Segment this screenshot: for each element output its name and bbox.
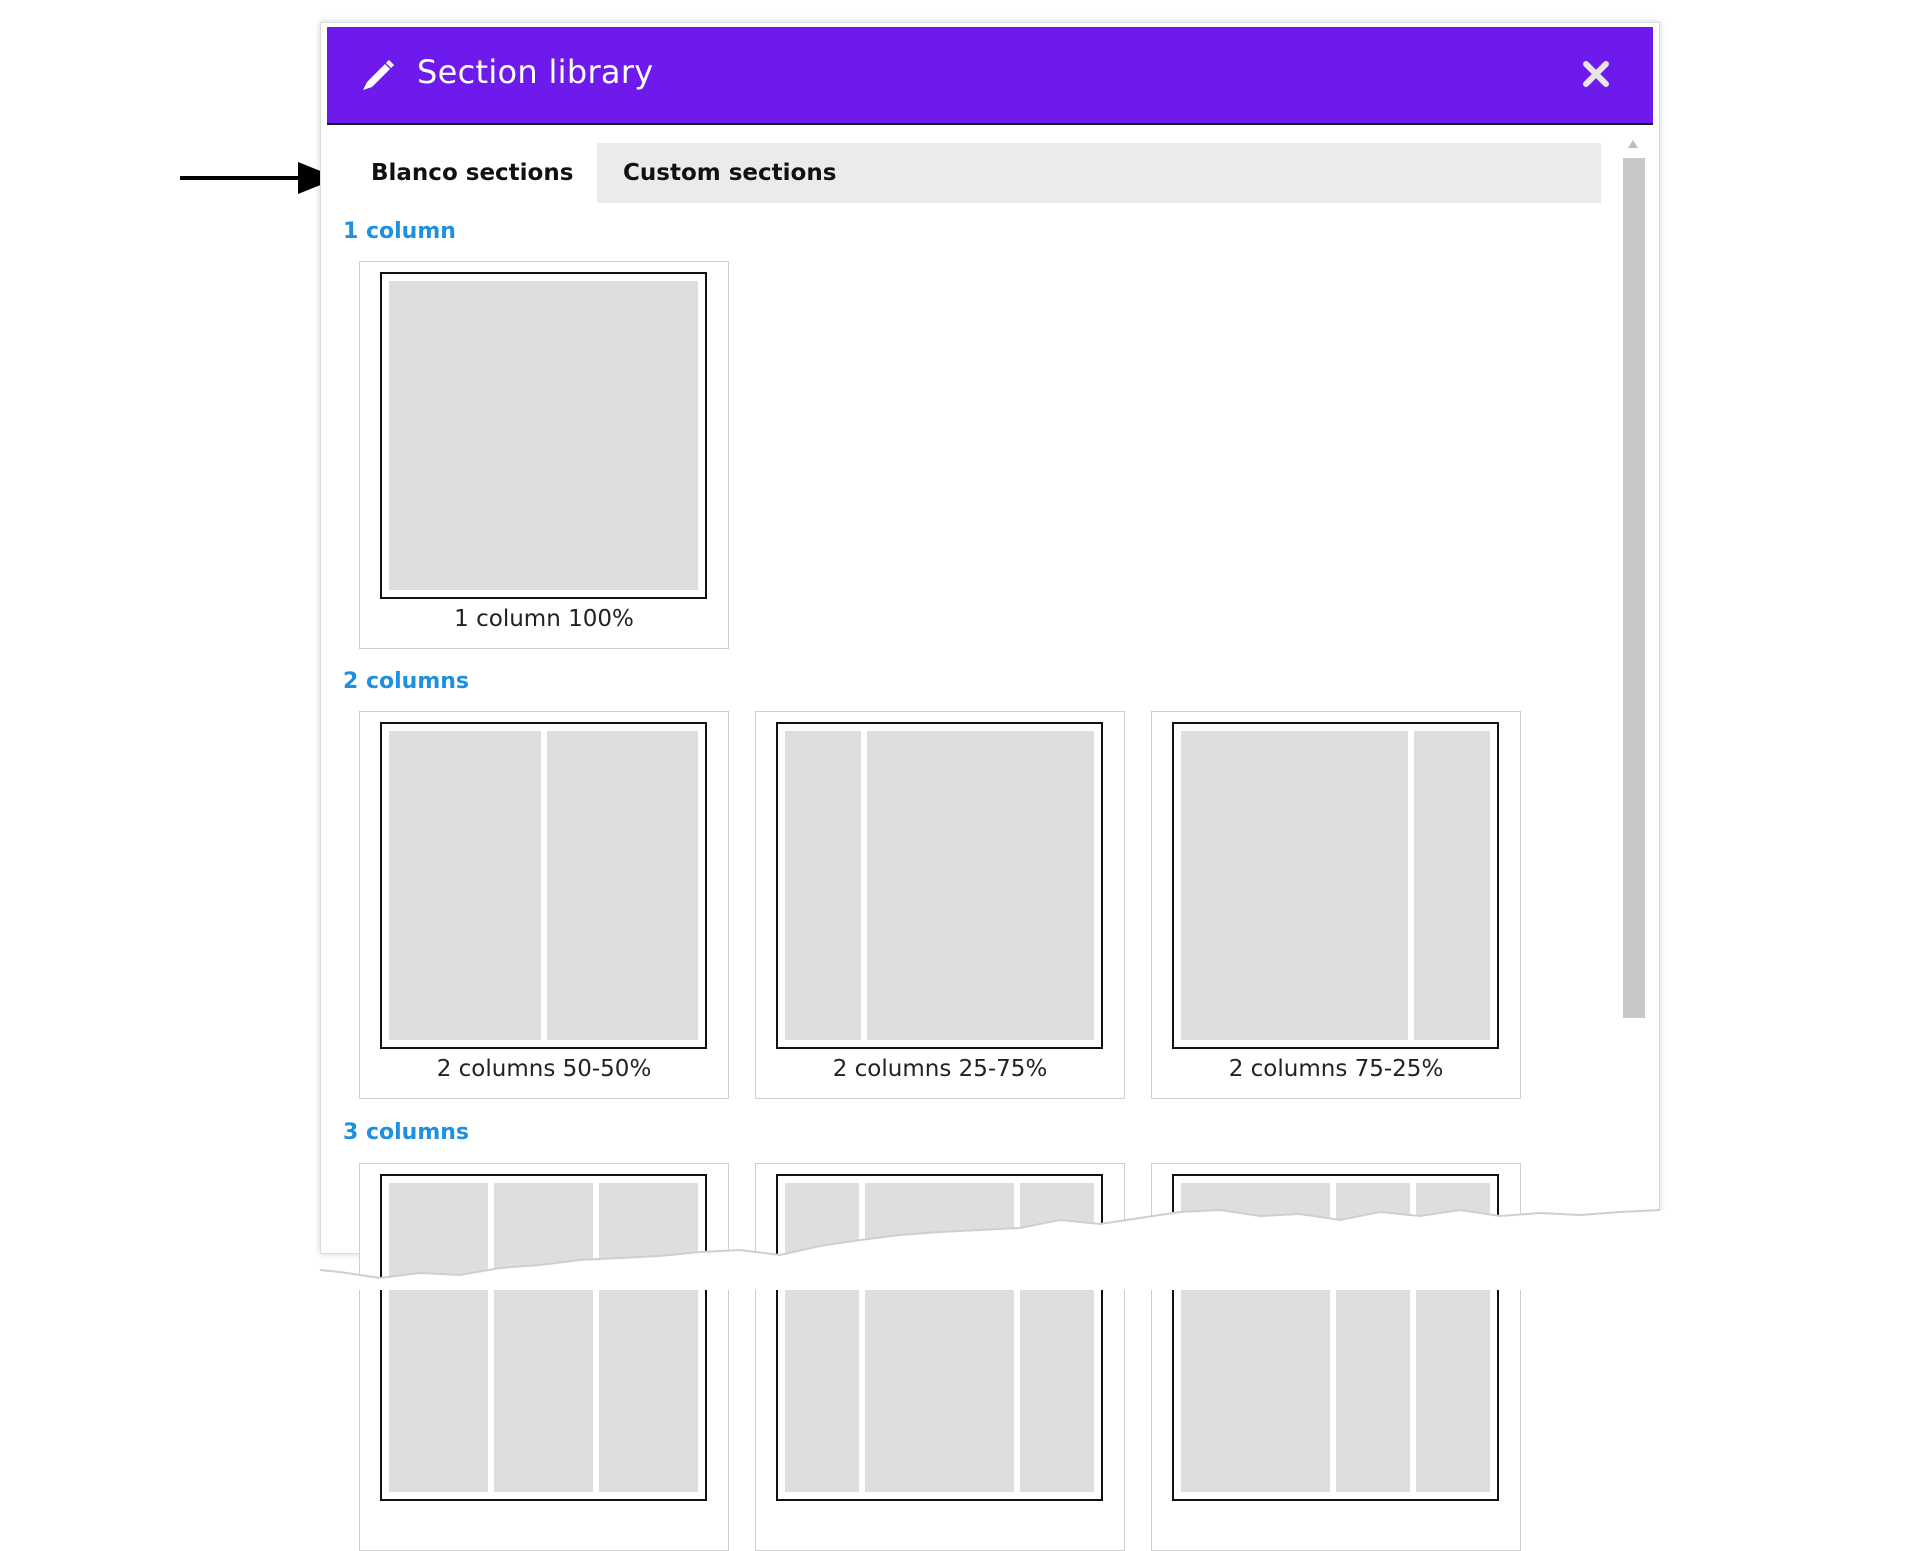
tab-blanco-sections[interactable]: Blanco sections: [341, 143, 597, 203]
preview-column: [389, 731, 541, 1040]
group-heading: 1 column: [343, 219, 456, 244]
dialog-title: Section library: [417, 53, 654, 91]
preview-column: [546, 731, 698, 1040]
annotation-arrow-icon: [180, 162, 338, 194]
layout-preview: [1172, 722, 1499, 1049]
layout-preview: [380, 272, 707, 599]
section-card-label: 2 columns 75-25%: [1228, 1056, 1444, 1082]
torn-edge-decoration: [300, 1208, 1700, 1290]
preview-column: [866, 731, 1094, 1040]
layout-preview: [380, 722, 707, 1049]
section-card-label: 1 column 100%: [454, 606, 634, 632]
preview-column: [1414, 731, 1490, 1040]
preview-column: [1181, 731, 1409, 1040]
preview-column: [389, 281, 698, 590]
close-icon[interactable]: [1579, 57, 1613, 91]
group-heading: 2 columns: [343, 669, 470, 694]
section-card-label: 2 columns 50-50%: [436, 1056, 652, 1082]
preview-column: [785, 731, 861, 1040]
section-card[interactable]: 1 column 100%: [359, 261, 729, 649]
layout-preview: [776, 722, 1103, 1049]
scroll-up-arrow-icon[interactable]: [1627, 139, 1639, 149]
section-card-label: 2 columns 25-75%: [832, 1056, 1048, 1082]
section-card[interactable]: 2 columns 25-75%: [755, 711, 1125, 1099]
scrollbar-thumb[interactable]: [1623, 158, 1645, 1018]
section-card[interactable]: 2 columns 75-25%: [1151, 711, 1521, 1099]
pencil-icon: [363, 60, 394, 90]
tab-custom-sections[interactable]: Custom sections: [597, 143, 836, 203]
tab-bar: Blanco sections Custom sections: [341, 143, 1601, 203]
section-library-dialog: Section library Blanco sections Custom s…: [320, 22, 1660, 1551]
dialog-header: Section library: [327, 27, 1653, 125]
group-heading: 3 columns: [343, 1120, 470, 1145]
section-card[interactable]: 2 columns 50-50%: [359, 711, 729, 1099]
